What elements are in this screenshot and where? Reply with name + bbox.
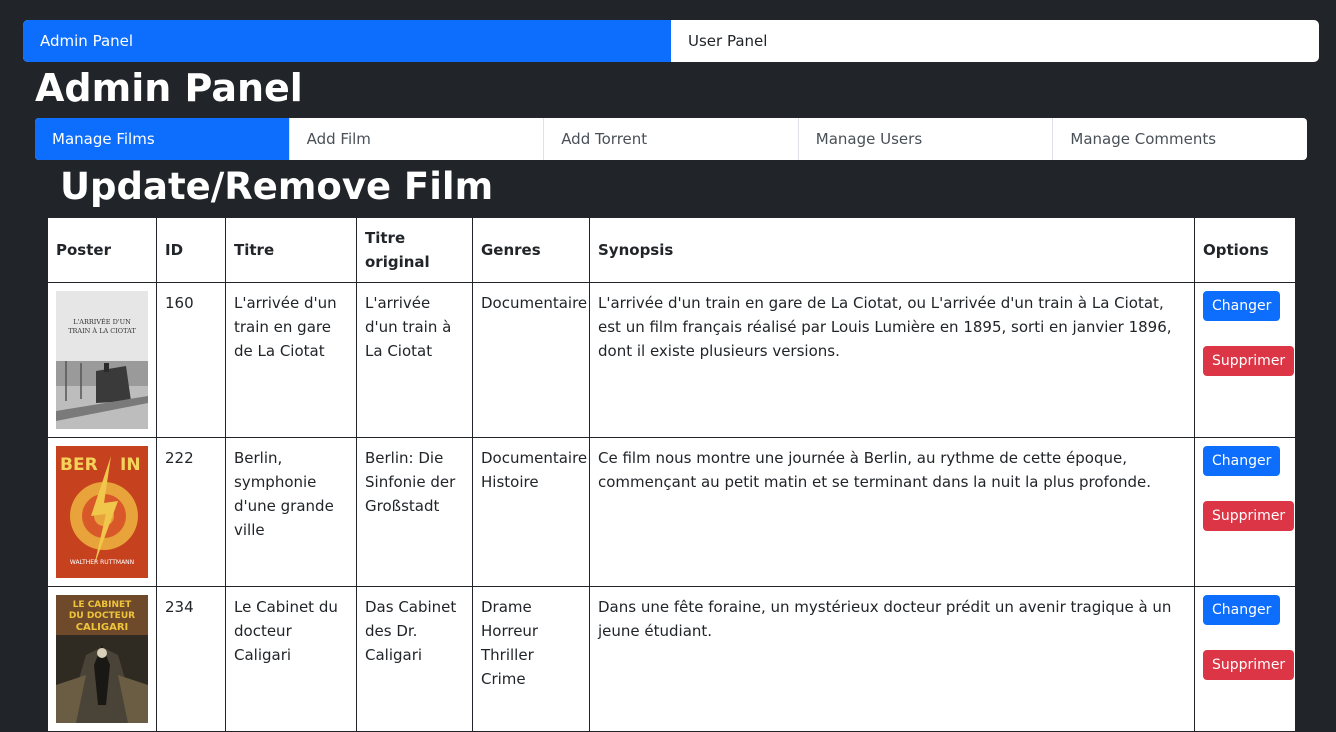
- table-row: BER IN WALTHER RUTTMANN 222 Berlin, symp…: [47, 437, 1296, 587]
- film-id: 234: [156, 586, 226, 732]
- tab-manage-comments[interactable]: Manage Comments: [1052, 118, 1307, 160]
- film-synopsis: Dans une fête foraine, un mystérieux doc…: [589, 586, 1195, 732]
- film-titre: L'arrivée d'un train en gare de La Ciota…: [225, 282, 357, 438]
- svg-text:IN: IN: [120, 455, 141, 475]
- film-synopsis: Ce film nous montre une journée à Berlin…: [589, 437, 1195, 587]
- film-titre-original: Das Cabinet des Dr. Caligari: [356, 586, 473, 732]
- tab-manage-films[interactable]: Manage Films: [35, 118, 289, 160]
- table-header-row: Poster ID Titre Titre original Genres Sy…: [47, 217, 1296, 283]
- delete-button[interactable]: Supprimer: [1203, 650, 1295, 680]
- header-options: Options: [1194, 217, 1296, 283]
- tab-user-panel[interactable]: User Panel: [671, 20, 1319, 62]
- poster-cell: BER IN WALTHER RUTTMANN: [47, 437, 157, 587]
- change-button[interactable]: Changer: [1203, 446, 1281, 476]
- header-genres: Genres: [472, 217, 590, 283]
- film-synopsis: L'arrivée d'un train en gare de La Ciota…: [589, 282, 1195, 438]
- svg-text:CALIGARI: CALIGARI: [76, 622, 129, 633]
- film-titre-original: Berlin: Die Sinfonie der Großstadt: [356, 437, 473, 587]
- header-id: ID: [156, 217, 226, 283]
- table-row: LE CABINET DU DOCTEUR CALIGARI 234 Le Ca…: [47, 586, 1296, 732]
- section-title: Update/Remove Film: [60, 165, 494, 208]
- films-table: Poster ID Titre Titre original Genres Sy…: [47, 217, 1296, 732]
- header-titre-original: Titre original: [356, 217, 473, 283]
- film-genres: Documentaire: [472, 282, 590, 438]
- poster-cell: L'ARRIVÉE D'UN TRAIN À LA CIOTAT: [47, 282, 157, 438]
- svg-text:DU DOCTEUR: DU DOCTEUR: [69, 611, 135, 621]
- film-genres: Drame Horreur Thriller Crime: [472, 586, 590, 732]
- header-synopsis: Synopsis: [589, 217, 1195, 283]
- page-title: Admin Panel: [35, 66, 303, 110]
- poster-cell: LE CABINET DU DOCTEUR CALIGARI: [47, 586, 157, 732]
- options-cell: Changer Supprimer: [1194, 437, 1296, 587]
- admin-nav-tabs: Manage Films Add Film Add Torrent Manage…: [35, 118, 1307, 160]
- delete-button[interactable]: Supprimer: [1203, 501, 1295, 531]
- film-poster-image: L'ARRIVÉE D'UN TRAIN À LA CIOTAT: [56, 291, 148, 429]
- film-titre: Le Cabinet du docteur Caligari: [225, 586, 357, 732]
- svg-text:WALTHER RUTTMANN: WALTHER RUTTMANN: [70, 559, 134, 566]
- change-button[interactable]: Changer: [1203, 595, 1281, 625]
- tab-manage-users[interactable]: Manage Users: [797, 118, 1053, 160]
- options-cell: Changer Supprimer: [1194, 586, 1296, 732]
- tab-admin-panel[interactable]: Admin Panel: [23, 20, 671, 62]
- header-titre: Titre: [225, 217, 357, 283]
- header-poster: Poster: [47, 217, 157, 283]
- film-titre-original: L'arrivée d'un train à La Ciotat: [356, 282, 473, 438]
- film-poster-image: BER IN WALTHER RUTTMANN: [56, 446, 148, 578]
- film-titre: Berlin, symphonie d'une grande ville: [225, 437, 357, 587]
- film-id: 222: [156, 437, 226, 587]
- svg-text:LE CABINET: LE CABINET: [73, 600, 132, 610]
- panel-switcher: Admin Panel User Panel: [23, 20, 1319, 62]
- table-row: L'ARRIVÉE D'UN TRAIN À LA CIOTAT 160 L'a…: [47, 282, 1296, 438]
- film-genres: Documentaire Histoire: [472, 437, 590, 587]
- tab-add-film[interactable]: Add Film: [288, 118, 544, 160]
- svg-text:TRAIN À LA CIOTAT: TRAIN À LA CIOTAT: [68, 326, 136, 335]
- svg-text:L'ARRIVÉE D'UN: L'ARRIVÉE D'UN: [73, 317, 131, 326]
- film-id: 160: [156, 282, 226, 438]
- svg-text:BER: BER: [60, 455, 98, 475]
- tab-add-torrent[interactable]: Add Torrent: [543, 118, 798, 160]
- film-poster-image: LE CABINET DU DOCTEUR CALIGARI: [56, 595, 148, 723]
- delete-button[interactable]: Supprimer: [1203, 346, 1295, 376]
- options-cell: Changer Supprimer: [1194, 282, 1296, 438]
- change-button[interactable]: Changer: [1203, 291, 1281, 321]
